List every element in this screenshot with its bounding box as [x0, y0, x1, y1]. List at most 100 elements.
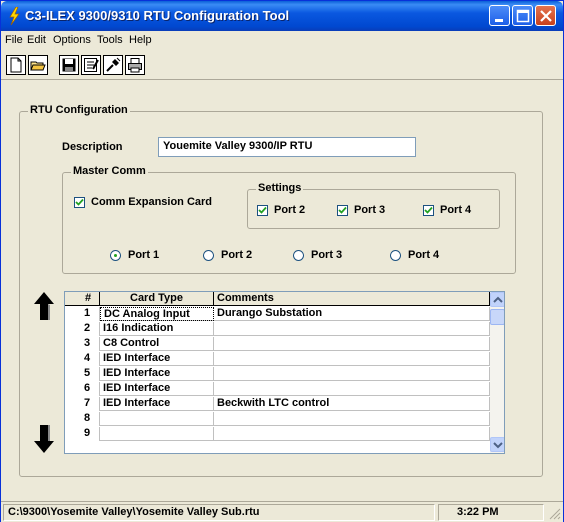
- row-num: 7: [65, 397, 100, 411]
- card-grid[interactable]: # Card Type Comments 1 DC Analog Input D…: [64, 291, 505, 454]
- table-row[interactable]: 7 IED Interface Beckwith LTC control: [65, 397, 490, 411]
- status-time: 3:22 PM: [438, 504, 544, 521]
- row-num: 9: [65, 427, 100, 441]
- move-down-arrow-icon[interactable]: [33, 424, 55, 454]
- status-file-path: C:\9300\Yosemite Valley\Yosemite Valley …: [3, 504, 435, 521]
- row-comment[interactable]: [214, 367, 490, 381]
- row-num: 5: [65, 367, 100, 381]
- grid-vertical-scrollbar[interactable]: [490, 292, 504, 453]
- scroll-up-button[interactable]: [490, 292, 504, 307]
- settings-port3-checkbox[interactable]: Port 3: [337, 204, 385, 216]
- connect-button[interactable]: [103, 55, 123, 75]
- connect-plug-icon: [106, 57, 121, 72]
- rtu-configuration-label: RTU Configuration: [28, 104, 130, 116]
- toolbar: [1, 50, 563, 80]
- table-row[interactable]: 4 IED Interface: [65, 352, 490, 366]
- checkbox-box: [423, 204, 434, 216]
- menu-options[interactable]: Options: [53, 34, 91, 46]
- radio-dot: [114, 253, 117, 257]
- row-comment[interactable]: [214, 337, 490, 351]
- table-row[interactable]: 3 C8 Control: [65, 337, 490, 351]
- title-bar[interactable]: C3-ILEX 9300/9310 RTU Configuration Tool: [1, 1, 563, 31]
- row-card-type[interactable]: DC Analog Input: [100, 307, 214, 321]
- menu-edit[interactable]: Edit: [27, 34, 46, 46]
- row-comment[interactable]: [214, 412, 490, 426]
- row-card-type[interactable]: I16 Indication: [100, 322, 214, 336]
- scroll-down-button[interactable]: [490, 437, 504, 452]
- row-card-type[interactable]: IED Interface: [100, 397, 214, 411]
- save-button[interactable]: [59, 55, 79, 75]
- row-comment[interactable]: [214, 322, 490, 336]
- radio-circle: [110, 249, 121, 261]
- comm-expansion-checkbox[interactable]: Comm Expansion Card: [74, 196, 212, 208]
- row-comment[interactable]: [214, 382, 490, 396]
- print-icon: [128, 58, 142, 73]
- row-num: 4: [65, 352, 100, 366]
- new-file-button[interactable]: [6, 55, 26, 75]
- description-field[interactable]: Youemite Valley 9300/IP RTU: [158, 137, 416, 157]
- menu-file[interactable]: File: [5, 34, 23, 46]
- row-num: 1: [65, 307, 100, 321]
- row-num: 2: [65, 322, 100, 336]
- row-card-type[interactable]: [100, 412, 214, 426]
- open-folder-icon: [30, 61, 46, 71]
- header-comments[interactable]: Comments: [214, 292, 490, 306]
- maximize-icon: [516, 9, 530, 23]
- print-button[interactable]: [125, 55, 145, 75]
- checkmark-icon: [258, 206, 267, 214]
- open-button[interactable]: [28, 55, 48, 75]
- checkbox-box: [337, 204, 348, 216]
- settings-port2-checkbox[interactable]: Port 2: [257, 204, 305, 216]
- table-row[interactable]: 2 I16 Indication: [65, 322, 490, 336]
- table-row[interactable]: 5 IED Interface: [65, 367, 490, 381]
- checkmark-icon: [424, 206, 433, 214]
- resize-grip-icon[interactable]: [549, 508, 561, 520]
- settings-port2-label: Port 2: [274, 204, 306, 216]
- scroll-thumb[interactable]: [490, 309, 504, 325]
- header-num[interactable]: #: [65, 292, 100, 306]
- row-comment[interactable]: Durango Substation: [214, 307, 490, 321]
- row-num: 8: [65, 412, 100, 426]
- radio-circle: [203, 249, 214, 261]
- minimize-icon: [495, 19, 503, 22]
- status-bar: C:\9300\Yosemite Valley\Yosemite Valley …: [1, 501, 563, 522]
- client-area: RTU Configuration Description Youemite V…: [3, 81, 561, 501]
- move-up-arrow-icon[interactable]: [33, 291, 55, 321]
- row-comment[interactable]: [214, 352, 490, 366]
- table-row[interactable]: 9: [65, 427, 490, 441]
- settings-port4-checkbox[interactable]: Port 4: [423, 204, 471, 216]
- radio-port2[interactable]: Port 2: [203, 249, 252, 261]
- radio-port1-label: Port 1: [128, 249, 160, 261]
- settings-port3-label: Port 3: [354, 204, 386, 216]
- row-card-type[interactable]: IED Interface: [100, 367, 214, 381]
- row-card-type[interactable]: C8 Control: [100, 337, 214, 351]
- settings-port4-label: Port 4: [440, 204, 472, 216]
- menu-help[interactable]: Help: [129, 34, 152, 46]
- close-button[interactable]: [535, 5, 556, 26]
- save-icon: [62, 58, 76, 72]
- menu-tools[interactable]: Tools: [97, 34, 123, 46]
- radio-port3[interactable]: Port 3: [293, 249, 342, 261]
- checkbox-box: [257, 204, 268, 216]
- menu-bar: File Edit Options Tools Help: [1, 31, 563, 50]
- radio-circle: [390, 249, 401, 261]
- properties-button[interactable]: [81, 55, 101, 75]
- row-comment[interactable]: Beckwith LTC control: [214, 397, 490, 411]
- checkmark-icon: [75, 198, 84, 206]
- comm-expansion-label: Comm Expansion Card: [91, 196, 213, 208]
- table-row[interactable]: 6 IED Interface: [65, 382, 490, 396]
- table-row[interactable]: 8: [65, 412, 490, 426]
- minimize-button[interactable]: [489, 5, 510, 26]
- row-comment[interactable]: [214, 427, 490, 441]
- table-row[interactable]: 1 DC Analog Input Durango Substation: [65, 307, 490, 321]
- row-card-type[interactable]: [100, 427, 214, 441]
- row-card-type[interactable]: IED Interface: [100, 352, 214, 366]
- maximize-button[interactable]: [512, 5, 533, 26]
- chevron-up-icon: [493, 296, 503, 303]
- header-card-type[interactable]: Card Type: [100, 292, 214, 306]
- row-card-type[interactable]: IED Interface: [100, 382, 214, 396]
- radio-port4-label: Port 4: [408, 249, 440, 261]
- radio-port1[interactable]: Port 1: [110, 249, 159, 261]
- lightning-app-icon: [9, 7, 20, 25]
- radio-port4[interactable]: Port 4: [390, 249, 439, 261]
